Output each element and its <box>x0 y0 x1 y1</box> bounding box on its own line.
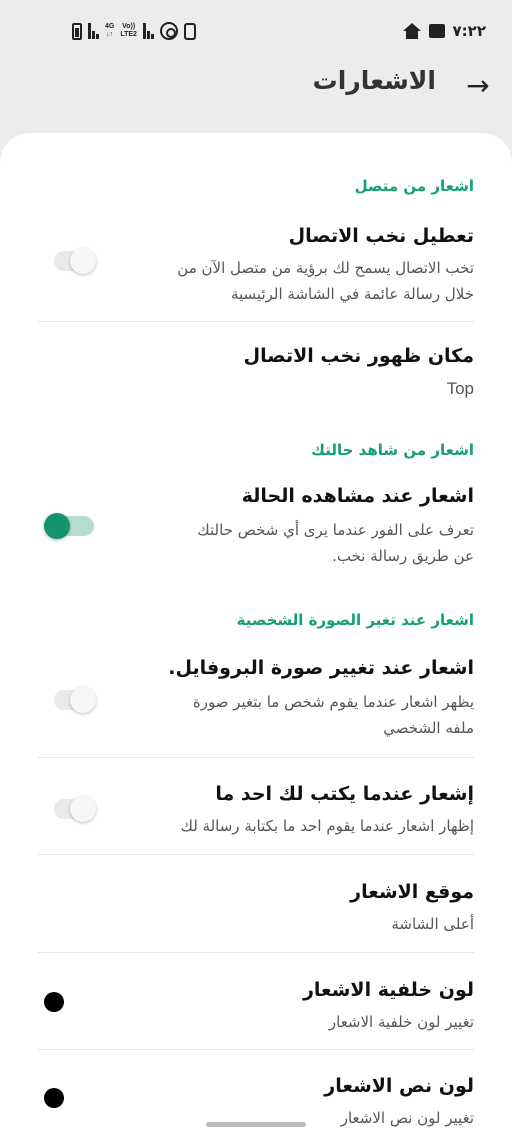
toggle-knob <box>70 248 96 274</box>
setting-subtitle: إظهار اشعار عندما يقوم احد ما بكتابة رسا… <box>180 817 474 835</box>
setting-title: لون نص الاشعار <box>324 1075 474 1097</box>
gallery-icon <box>428 24 445 38</box>
disable-toast-toggle[interactable] <box>54 248 96 274</box>
setting-title: لون خلفية الاشعار <box>302 979 474 1001</box>
status-time: ٧:٢٢ <box>452 22 486 40</box>
toggle-knob <box>70 796 96 822</box>
divider <box>38 321 474 322</box>
setting-text-color[interactable]: لون نص الاشعار تغيير لون نص الاشعار <box>0 1069 512 1138</box>
setting-subtitle: تغيير لون نص الاشعار <box>340 1109 474 1127</box>
volte-label: Vo)) LTE2 <box>120 23 137 38</box>
typing-notify-toggle[interactable] <box>54 796 96 822</box>
setting-status-view-notify[interactable]: اشعار عند مشاهده الحالة تعرف على الفور ع… <box>0 479 512 583</box>
clipboard-icon <box>183 22 196 40</box>
setting-typing-notify[interactable]: إشعار عندما يكتب لك احد ما إظهار اشعار ع… <box>0 777 512 857</box>
section-label-status-viewer: اشعار من شاهد حالتك <box>311 441 474 459</box>
divider <box>38 757 474 758</box>
gesture-nav-bar[interactable] <box>206 1122 306 1127</box>
status-view-toggle[interactable] <box>44 513 94 539</box>
status-bar: 4G ↓↑ Vo)) LTE2 ٧:٢٢ <box>0 0 512 62</box>
home-icon <box>402 23 421 39</box>
setting-profile-change-notify[interactable]: اشعار عند تغيير صورة البروفايل. يظهر اشع… <box>0 651 512 755</box>
setting-title: مكان ظهور نخب الاتصال <box>243 345 474 367</box>
setting-subtitle: تغيير لون خلفية الاشعار <box>328 1013 474 1031</box>
app-header: → الاشعارات <box>0 62 512 132</box>
setting-subtitle: أعلى الشاشة <box>391 915 474 933</box>
setting-title: إشعار عندما يكتب لك احد ما <box>215 783 474 805</box>
status-icons-left: 4G ↓↑ Vo)) LTE2 <box>72 22 196 40</box>
page-title: الاشعارات <box>312 66 436 95</box>
setting-title: اشعار عند تغيير صورة البروفايل. <box>168 657 474 679</box>
section-label-online: اشعار من متصل <box>354 177 474 195</box>
setting-title: موقع الاشعار <box>350 881 474 903</box>
profile-change-toggle[interactable] <box>54 687 96 713</box>
text-color-swatch[interactable] <box>44 1088 64 1108</box>
setting-title: اشعار عند مشاهده الحالة <box>241 485 474 507</box>
setting-value: Top <box>446 379 474 398</box>
section-label-profile-photo: اشعار عند تغير الصورة الشخصية <box>236 611 474 629</box>
bg-color-swatch[interactable] <box>44 992 64 1012</box>
divider <box>38 952 474 953</box>
setting-subtitle: تخب الاتصال يسمح لك برؤية من متصل الآن م… <box>177 259 474 303</box>
divider <box>38 854 474 855</box>
setting-title: تعطيل نخب الاتصال <box>288 225 474 247</box>
status-icons-right: ٧:٢٢ <box>402 22 486 40</box>
arrow-back-icon[interactable]: → <box>460 68 496 104</box>
setting-subtitle: يظهر اشعار عندما يقوم شخص ما بتغير صورة … <box>192 693 474 737</box>
setting-bg-color[interactable]: لون خلفية الاشعار تغيير لون خلفية الاشعا… <box>0 973 512 1053</box>
network-type-label: 4G ↓↑ <box>105 23 115 38</box>
toggle-knob <box>44 513 70 539</box>
signal-icon-2 <box>142 23 154 39</box>
setting-notify-position[interactable]: موقع الاشعار أعلى الشاشة <box>0 875 512 955</box>
settings-card: اشعار من متصل تعطيل نخب الاتصال تخب الات… <box>0 133 512 1138</box>
signal-icon-1 <box>88 23 99 39</box>
divider <box>38 1049 474 1050</box>
hotspot-icon <box>159 22 178 40</box>
setting-subtitle: تعرف على الفور عندما يرى أي شخص حالتك عن… <box>197 521 474 565</box>
setting-toast-position[interactable]: مكان ظهور نخب الاتصال Top <box>0 339 512 419</box>
battery-icon <box>72 22 82 40</box>
toggle-knob <box>70 687 96 713</box>
setting-disable-toast[interactable]: تعطيل نخب الاتصال تخب الاتصال يسمح لك بر… <box>0 219 512 323</box>
